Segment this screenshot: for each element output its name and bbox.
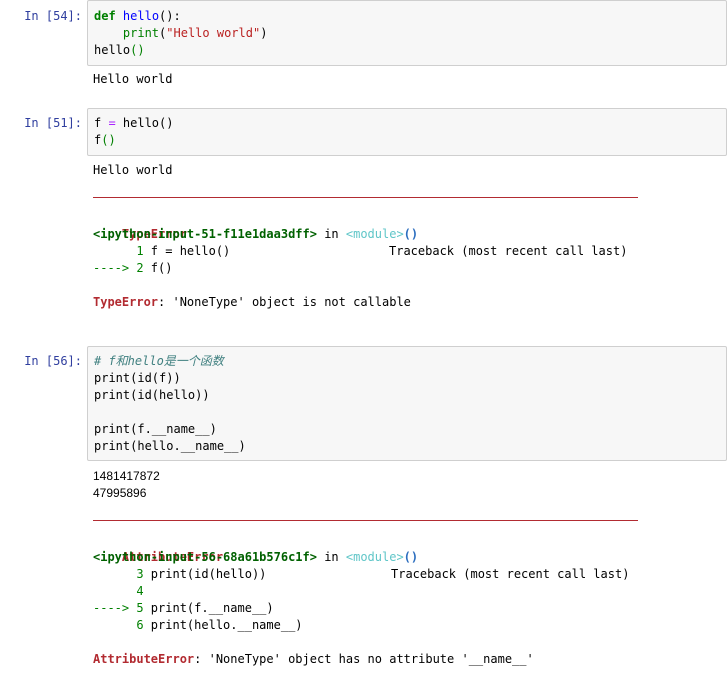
frame-code: print(hello.__name__) <box>150 618 303 632</box>
code-input-area[interactable]: f = hello() f() <box>87 108 727 156</box>
traceback-separator <box>93 520 638 521</box>
traceback-error-message: AttributeError: 'NoneType' object has no… <box>93 651 534 668</box>
code-line: print("Hello world") <box>94 25 268 42</box>
traceback-label: Traceback (most recent call last) <box>389 244 628 258</box>
traceback-location: <ipython-input-51-f11e1daa3dff> in <modu… <box>93 226 418 243</box>
code-text: hello() <box>115 116 174 130</box>
input-prompt: In [56]: <box>24 354 82 368</box>
traceback-frame-line: ----> 2 f() <box>93 260 172 277</box>
line-marker: 3 <box>93 567 151 581</box>
traceback-error-message: TypeError: 'NoneType' object is not call… <box>93 294 411 311</box>
traceback-frame-line: 6 print(hello.__name__) <box>93 617 303 634</box>
code-cell-51[interactable]: In [51]: f = hello() f() Hello world Typ… <box>0 107 727 332</box>
file-location: <ipython-input-56-68a61b576c1f> <box>93 550 317 564</box>
code-line: print(hello.__name__) <box>94 439 246 453</box>
line-marker: 1 <box>93 244 151 258</box>
frame-code: print(f.__name__) <box>150 601 274 615</box>
paren: () <box>101 133 116 147</box>
frame-code: f = hello() <box>150 244 231 258</box>
module-name: <module> <box>345 550 404 564</box>
traceback-separator <box>93 197 638 198</box>
function-name: hello <box>122 9 160 23</box>
code-line: def hello(): <box>94 8 181 25</box>
module-name: <module> <box>345 227 404 241</box>
traceback-frame-line: 1 f = hello() <box>93 243 230 260</box>
traceback-location: <ipython-input-56-68a61b576c1f> in <modu… <box>93 549 418 566</box>
frame-code: f() <box>150 261 173 275</box>
module-parens: () <box>403 550 419 564</box>
output-line: 47995896 <box>93 486 147 500</box>
code-line: f() <box>94 132 116 149</box>
input-prompt: In [51]: <box>24 116 82 130</box>
code-text: f <box>94 116 109 130</box>
error-name: AttributeError <box>93 652 195 666</box>
code-line: print(id(hello)) <box>94 388 210 402</box>
input-prompt: In [54]: <box>24 9 82 23</box>
code-text: (): <box>159 9 181 23</box>
output-line: 1481417872 <box>93 469 160 483</box>
error-message: : 'NoneType' object is not callable <box>158 295 411 309</box>
code-comment: # f和hello是一个函数 <box>94 354 224 368</box>
keyword: def <box>94 9 116 23</box>
line-marker-arrow: ----> 2 <box>93 261 151 275</box>
line-marker-arrow: ----> 5 <box>93 601 151 615</box>
paren: ) <box>260 26 268 40</box>
code-line: print(f.__name__) <box>94 422 217 436</box>
line-marker: 6 <box>93 618 151 632</box>
code-cell-54[interactable]: In [54]: def hello(): print("Hello world… <box>0 0 727 100</box>
code-text: hello <box>94 43 131 57</box>
error-message: : 'NoneType' object has no attribute '__… <box>194 652 534 666</box>
line-marker: 4 <box>93 584 151 598</box>
code-cell-56[interactable]: In [56]: # f和hello是一个函数 print(id(f)) pri… <box>0 346 727 681</box>
traceback-frame-line: 3 print(id(hello)) <box>93 566 266 583</box>
operator: = <box>108 116 116 130</box>
code-input-area[interactable]: # f和hello是一个函数 print(id(f)) print(id(hel… <box>87 346 727 461</box>
error-name: TypeError <box>93 295 159 309</box>
code-line: hello() <box>94 42 145 59</box>
in-text: in <box>316 550 346 564</box>
traceback-frame-line: ----> 5 print(f.__name__) <box>93 600 274 617</box>
frame-code: print(id(hello)) <box>150 567 267 581</box>
module-parens: () <box>403 227 419 241</box>
output-text: Hello world <box>93 72 173 86</box>
code-line: print(id(f)) <box>94 371 181 385</box>
string-literal: "Hello world" <box>166 26 261 40</box>
file-location: <ipython-input-51-f11e1daa3dff> <box>93 227 317 241</box>
code-line: f = hello() <box>94 115 173 132</box>
paren: () <box>130 43 145 57</box>
output-text: Hello world <box>93 163 173 177</box>
traceback-frame-line: 4 <box>93 583 151 600</box>
traceback-label: Traceback (most recent call last) <box>391 567 630 581</box>
code-input-area[interactable]: def hello(): print("Hello world") hello(… <box>87 0 727 66</box>
in-text: in <box>316 227 346 241</box>
builtin: print <box>122 26 160 40</box>
